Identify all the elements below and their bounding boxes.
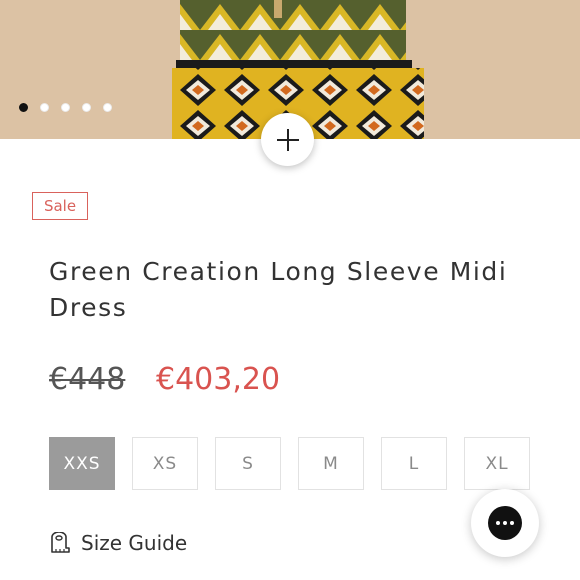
product-title: Green Creation Long Sleeve Midi Dress (49, 257, 508, 322)
size-option-xxs[interactable]: XXS (49, 437, 115, 490)
size-option-s[interactable]: S (215, 437, 281, 490)
size-option-l[interactable]: L (381, 437, 447, 490)
carousel-dot[interactable] (19, 103, 28, 112)
measuring-tape-icon (51, 532, 70, 553)
size-guide-label: Size Guide (81, 531, 188, 555)
size-option-xl[interactable]: XL (464, 437, 530, 490)
sale-badge: Sale (32, 192, 88, 220)
chat-bubble-icon (488, 506, 522, 540)
carousel-dot[interactable] (82, 103, 91, 112)
carousel-dots (19, 103, 112, 112)
size-selector: XXS XS S M L XL (49, 437, 530, 490)
chat-button[interactable] (471, 489, 539, 557)
sale-price: €403,20 (156, 362, 281, 397)
size-guide-link[interactable]: Size Guide (49, 531, 187, 555)
zoom-image-button[interactable] (261, 113, 314, 166)
carousel-dot[interactable] (61, 103, 70, 112)
carousel-dot[interactable] (40, 103, 49, 112)
carousel-dot[interactable] (103, 103, 112, 112)
original-price: €448 (49, 362, 126, 397)
plus-icon (276, 128, 299, 151)
size-option-m[interactable]: M (298, 437, 364, 490)
size-option-xs[interactable]: XS (132, 437, 198, 490)
